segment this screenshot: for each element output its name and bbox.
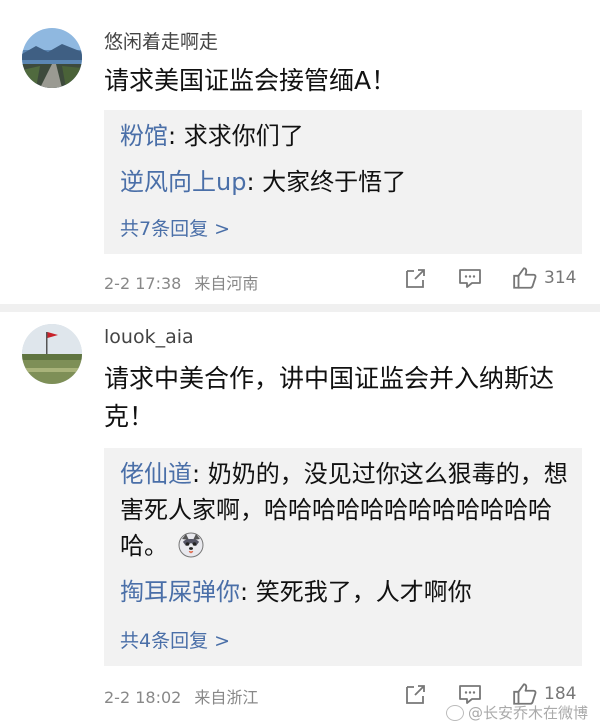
reply-colon: : xyxy=(240,578,256,606)
comment-item: 悠闲着走啊走 请求美国证监会接管缅A！ 粉馆: 求求你们了 逆风向上up: 大家… xyxy=(0,0,600,312)
share-button[interactable] xyxy=(404,266,428,290)
comment-text: 请求美国证监会接管缅A！ xyxy=(104,66,397,95)
reply-text: 笑死我了，人才啊你 xyxy=(255,578,472,606)
reply-author[interactable]: 佬仙道 xyxy=(120,460,192,488)
avatar-landscape-image xyxy=(22,324,82,384)
comment-text: 请求中美合作，讲中国证监会并入纳斯达克！ xyxy=(104,364,555,431)
more-replies-link[interactable]: 共4条回复 > xyxy=(120,626,230,653)
reply-item: 掏耳屎弹你: 笑死我了，人才啊你 xyxy=(120,574,570,610)
reply-box[interactable]: 佬仙道: 奶奶的，没见过你这么狠毒的，想害死人家啊，哈哈哈哈哈哈哈哈哈哈哈哈哈。… xyxy=(104,448,582,666)
watermark-text: @长安乔木在微博 xyxy=(467,704,588,722)
reply-colon: : xyxy=(168,122,184,150)
reply-item: 逆风向上up: 大家终于悟了 xyxy=(120,164,570,200)
comment-time: 2-2 17:38 xyxy=(104,274,182,293)
comment-source: 来自浙江 xyxy=(194,688,259,707)
avatar[interactable] xyxy=(22,28,82,88)
reply-box[interactable]: 粉馆: 求求你们了 逆风向上up: 大家终于悟了 共7条回复 > xyxy=(104,110,582,254)
comment-source: 来自河南 xyxy=(194,274,259,293)
husky-emoji-icon xyxy=(178,532,204,568)
reply-text: 求求你们了 xyxy=(183,122,304,150)
like-count: 314 xyxy=(544,268,577,288)
share-icon xyxy=(406,685,425,704)
more-replies-link[interactable]: 共7条回复 > xyxy=(120,214,230,241)
like-button[interactable]: 314 xyxy=(512,265,576,291)
comment-item: louok_aia 请求中美合作，讲中国证监会并入纳斯达克！ 佬仙道: 奶奶的，… xyxy=(0,312,600,727)
avatar[interactable] xyxy=(22,324,82,384)
reply-text: 大家终于悟了 xyxy=(262,168,407,196)
comment-meta: 2-2 17:38 来自河南 xyxy=(104,270,258,294)
comment-icon xyxy=(459,269,481,288)
watermark: @长安乔木在微博 xyxy=(445,702,588,723)
comment-time: 2-2 18:02 xyxy=(104,688,182,707)
comment-username[interactable]: 悠闲着走啊走 xyxy=(104,27,218,54)
reply-author[interactable]: 粉馆 xyxy=(120,122,168,150)
comment-meta: 2-2 18:02 来自浙江 xyxy=(104,684,258,708)
reply-item: 佬仙道: 奶奶的，没见过你这么狠毒的，想害死人家啊，哈哈哈哈哈哈哈哈哈哈哈哈哈。 xyxy=(120,456,570,568)
avatar-landscape-image xyxy=(22,28,82,88)
comment-username[interactable]: louok_aia xyxy=(104,326,194,348)
reply-colon: : xyxy=(192,460,208,488)
share-button[interactable] xyxy=(404,682,428,706)
weibo-logo-icon xyxy=(445,704,464,721)
divider xyxy=(0,304,600,312)
like-count: 184 xyxy=(544,684,577,704)
share-icon xyxy=(406,269,425,288)
reply-item: 粉馆: 求求你们了 xyxy=(120,118,570,154)
like-icon xyxy=(513,267,537,289)
reply-colon: : xyxy=(246,168,263,196)
reply-author[interactable]: 掏耳屎弹你 xyxy=(120,578,240,606)
reply-author[interactable]: 逆风向上up xyxy=(120,168,246,196)
comment-button[interactable] xyxy=(458,266,482,290)
